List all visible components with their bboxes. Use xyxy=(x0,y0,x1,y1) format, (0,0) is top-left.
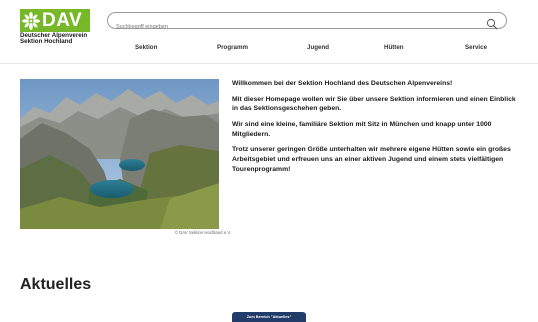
edelweiss-icon xyxy=(20,9,42,32)
search-bar xyxy=(107,12,507,35)
intro-paragraph: Trotz unserer geringen Größe unterhalten… xyxy=(232,146,511,174)
news-heading: Aktuelles xyxy=(20,276,92,293)
nav-item-sektion[interactable]: Sektion xyxy=(135,44,157,51)
intro-paragraph: Wir sind eine kleine, familiäre Sektion … xyxy=(232,120,492,138)
intro-text: Willkommen bei der Sektion Hochland des … xyxy=(232,79,522,181)
search-input[interactable] xyxy=(116,19,486,35)
nav-item-service[interactable]: Service xyxy=(465,44,487,51)
logo-subtitle: Deutscher Alpenverein Sektion Hochland xyxy=(20,32,90,46)
nav-item-jugend[interactable]: Jugend xyxy=(307,44,329,51)
news-section-button[interactable]: Zum Bereich "Aktuelles" xyxy=(232,312,306,322)
intro-paragraph: Mit dieser Homepage wollen wir Sie über … xyxy=(232,95,516,113)
main-nav: Sektion Programm Jugend Hütten Service xyxy=(107,44,527,56)
photo-credit: © DAV Sektion Hochland e.V. xyxy=(174,230,231,235)
logo-wordmark: DAV xyxy=(42,10,83,31)
intro-paragraph: Willkommen bei der Sektion Hochland des … xyxy=(232,80,453,87)
nav-item-programm[interactable]: Programm xyxy=(217,44,248,51)
mountain-lake-photo xyxy=(20,79,219,229)
logo-line-2: Sektion Hochland xyxy=(20,38,73,46)
logo-mark: DAV xyxy=(20,9,90,32)
nav-item-huetten[interactable]: Hütten xyxy=(384,44,404,51)
header-divider xyxy=(0,63,538,64)
search-icon[interactable] xyxy=(486,15,498,30)
dav-logo[interactable]: DAV Deutscher Alpenverein Sektion Hochla… xyxy=(20,9,90,46)
